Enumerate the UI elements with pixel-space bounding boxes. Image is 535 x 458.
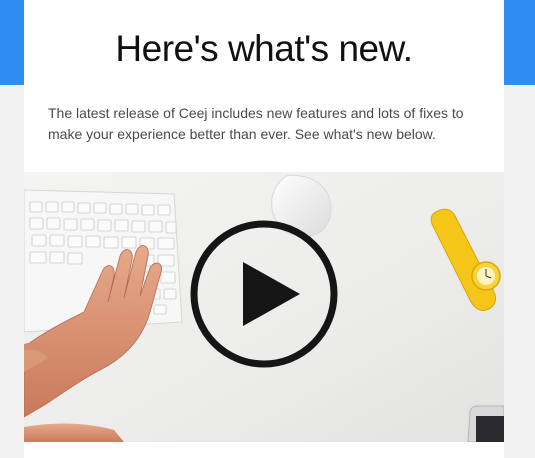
page-title: Here's what's new.: [115, 28, 413, 69]
phone-image: [467, 405, 504, 442]
intro-paragraph: The latest release of Ceej includes new …: [48, 105, 464, 142]
play-icon[interactable]: [190, 220, 338, 368]
content-card: Here's what's new. The latest release of…: [24, 0, 504, 458]
video-thumbnail[interactable]: [24, 172, 504, 442]
email-page: Here's what's new. The latest release of…: [0, 0, 535, 458]
